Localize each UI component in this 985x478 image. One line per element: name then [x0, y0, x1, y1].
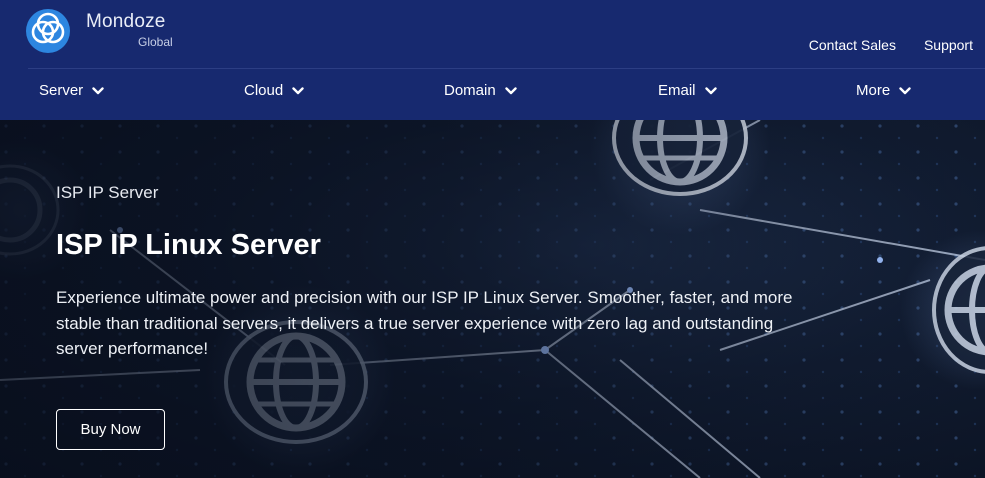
header-divider — [28, 68, 985, 69]
brand-tagline: Global — [138, 35, 173, 49]
nav-item-email[interactable]: Email — [658, 82, 717, 99]
nav-item-server[interactable]: Server — [39, 82, 104, 99]
nav-item-label: More — [856, 82, 891, 99]
support-link[interactable]: Support — [924, 37, 973, 53]
buy-now-button[interactable]: Buy Now — [56, 409, 165, 450]
nav-item-label: Server — [39, 82, 84, 99]
brand-logo-icon[interactable] — [26, 9, 70, 53]
page-title: ISP IP Linux Server — [56, 229, 321, 261]
hero-eyebrow: ISP IP Server — [56, 183, 159, 202]
chevron-down-icon — [704, 86, 717, 94]
chevron-down-icon — [292, 86, 304, 94]
brand-name[interactable]: Mondoze — [86, 11, 166, 33]
nav-item-more[interactable]: More — [856, 82, 911, 99]
chevron-down-icon — [899, 86, 911, 94]
site-header: Mondoze Global Contact Sales Support Ser… — [0, 0, 985, 120]
nav-item-domain[interactable]: Domain — [444, 82, 517, 99]
nav-item-label: Cloud — [244, 82, 284, 99]
contact-sales-link[interactable]: Contact Sales — [809, 37, 896, 53]
chevron-down-icon — [504, 86, 517, 94]
nav-item-cloud[interactable]: Cloud — [244, 82, 304, 99]
nav-item-label: Domain — [444, 82, 496, 99]
chevron-down-icon — [92, 86, 104, 94]
hero-description: Experience ultimate power and precision … — [56, 288, 793, 358]
nav-item-label: Email — [658, 82, 696, 99]
top-links: Contact Sales Support — [809, 37, 973, 53]
main-nav: Server Cloud Domain Email More — [0, 70, 985, 114]
